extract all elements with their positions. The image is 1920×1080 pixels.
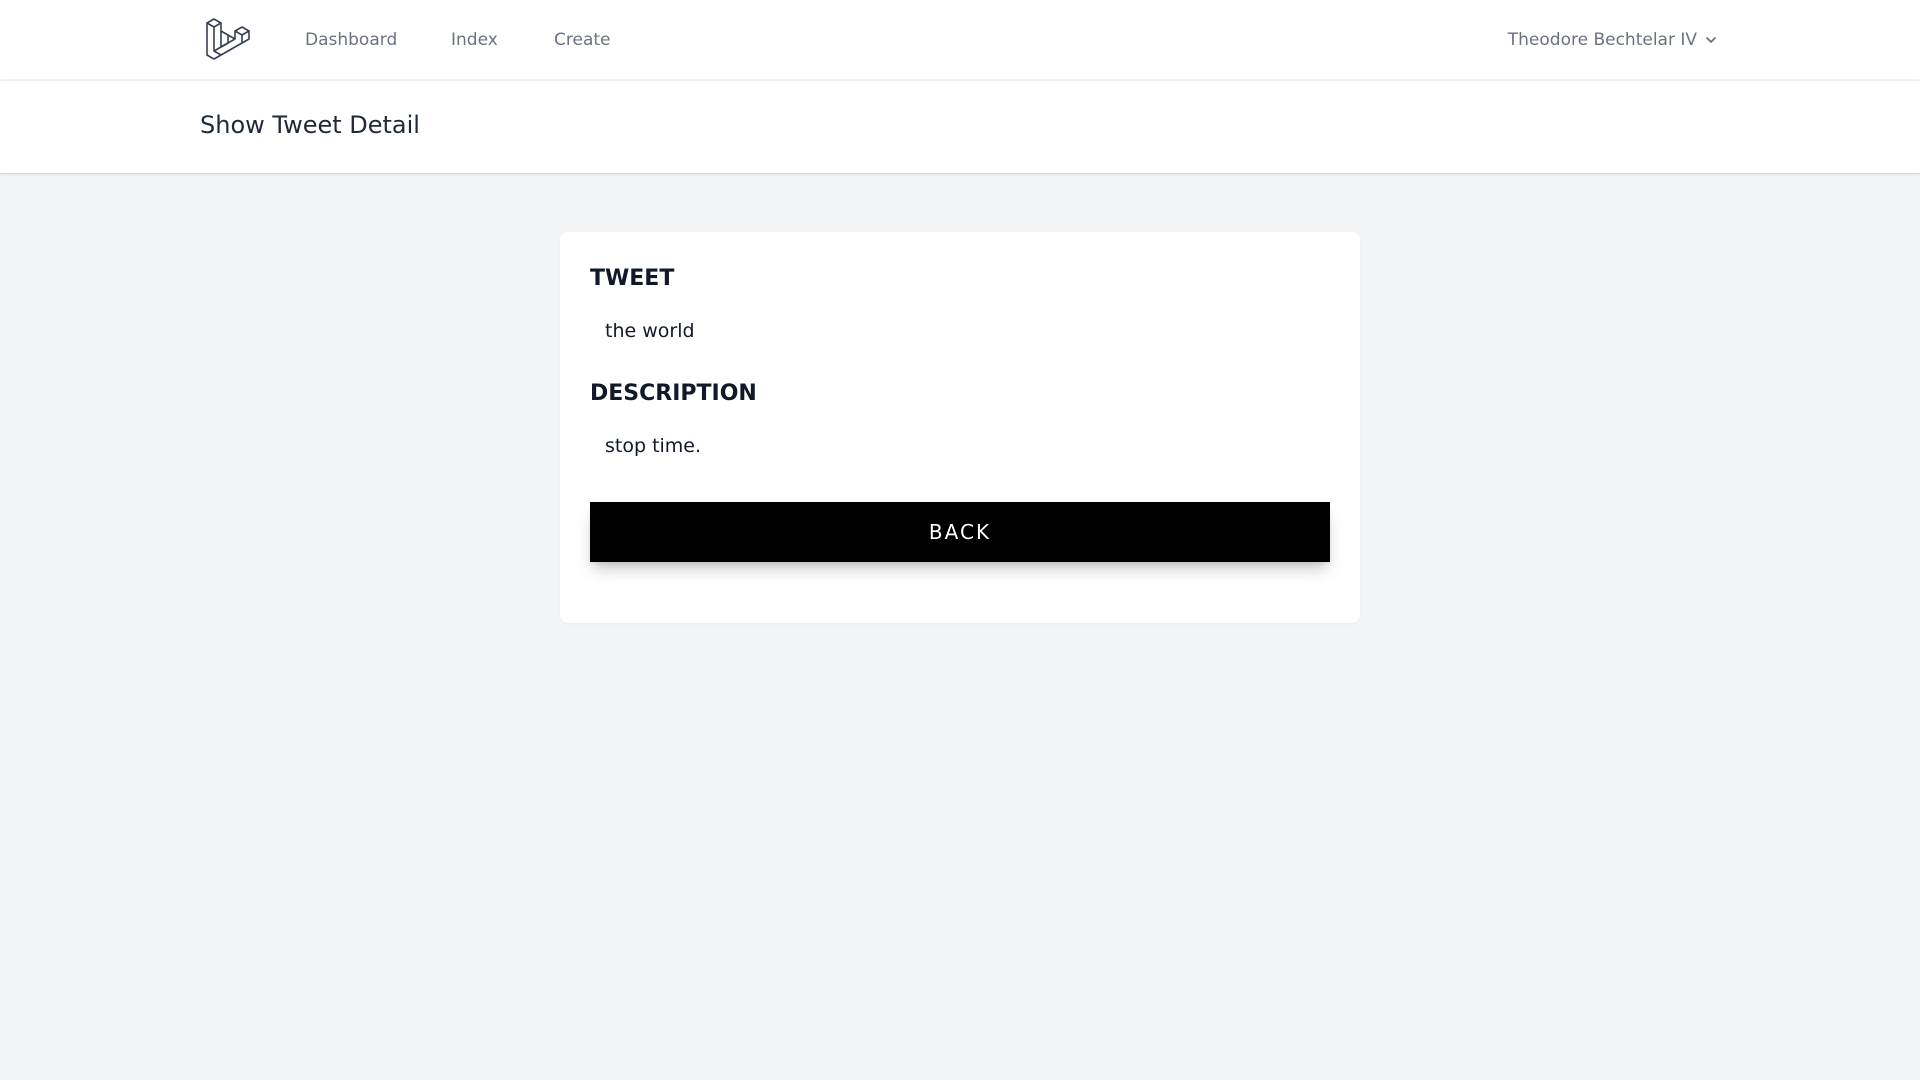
page-title: Show Tweet Detail	[200, 111, 420, 139]
tweet-detail-card: TWEET the world DESCRIPTION stop time. B…	[560, 232, 1360, 623]
nav-link-index[interactable]: Index	[451, 29, 498, 51]
page-header: Show Tweet Detail	[0, 81, 1920, 173]
tweet-label: TWEET	[590, 266, 675, 291]
top-navigation: Dashboard Index Create Theodore Bechtela…	[0, 0, 1920, 80]
description-label: DESCRIPTION	[590, 381, 757, 406]
nav-link-dashboard[interactable]: Dashboard	[305, 29, 397, 51]
user-menu-dropdown[interactable]: Theodore Bechtelar IV	[1508, 28, 1717, 52]
back-button[interactable]: BACK	[590, 502, 1330, 562]
laravel-logo-icon[interactable]	[204, 17, 250, 63]
nav-link-create[interactable]: Create	[554, 29, 611, 51]
tweet-value: the world	[605, 320, 695, 342]
user-name: Theodore Bechtelar IV	[1507, 30, 1697, 50]
description-value: stop time.	[605, 435, 702, 457]
chevron-down-icon	[1705, 34, 1717, 46]
